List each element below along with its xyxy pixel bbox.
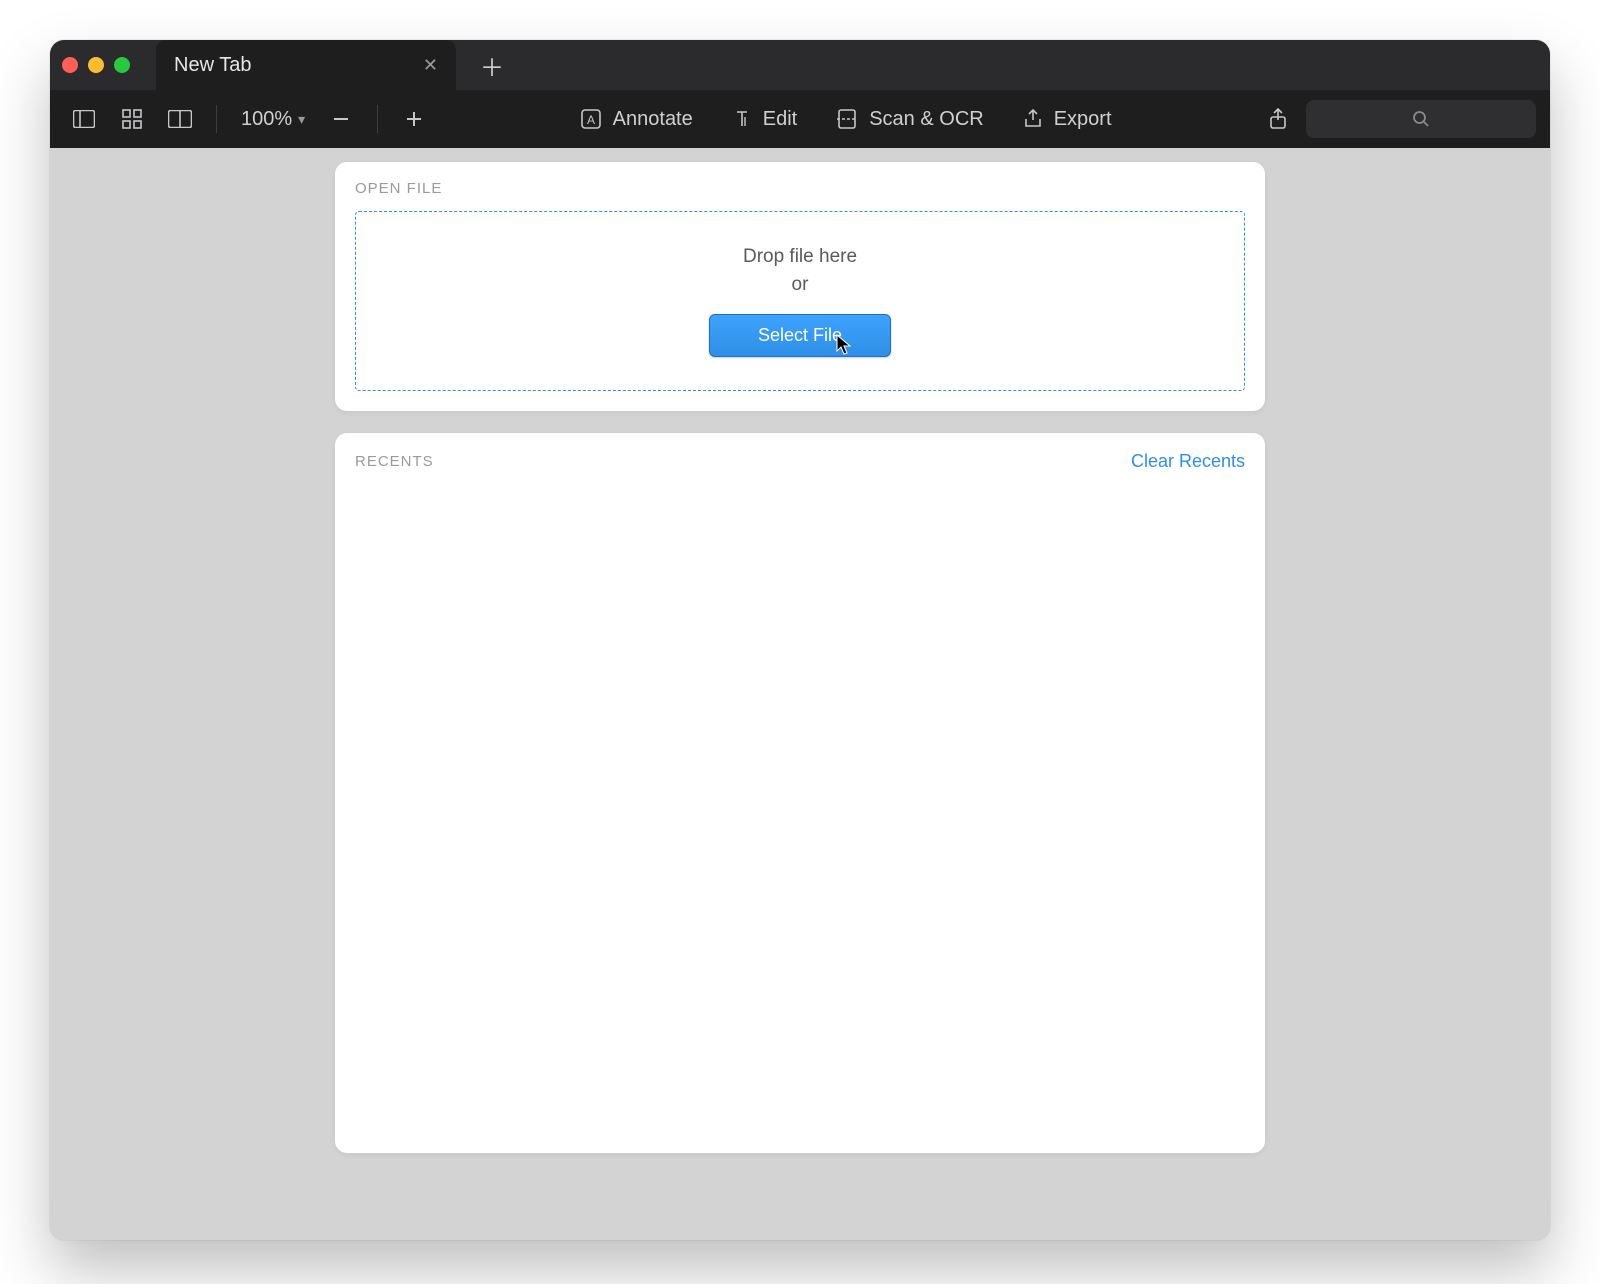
plus-icon: ＋ [480,55,504,82]
app-window: New Tab ✕ ＋ [50,40,1550,1240]
scan-icon [837,108,857,130]
scan-ocr-button[interactable]: Scan & OCR [821,99,999,139]
grid-icon [122,109,142,129]
annotate-icon: A [581,109,601,129]
view-mode-group [64,99,200,139]
scan-ocr-label: Scan & OCR [869,108,983,131]
window-minimize-button[interactable] [88,57,104,73]
plus-icon [405,110,423,128]
recents-heading: RECENTS [355,453,434,470]
edit-button[interactable]: Edit [717,99,813,139]
grid-view-button[interactable] [112,99,152,139]
window-close-button[interactable] [62,57,78,73]
svg-text:A: A [587,113,595,127]
share-button[interactable] [1258,99,1298,139]
toolbar-separator [216,105,217,133]
edit-label: Edit [763,108,797,131]
chevron-down-icon: ▾ [298,111,305,128]
file-dropzone[interactable]: Drop file here or Select File [355,211,1245,391]
annotate-label: Annotate [613,108,693,131]
export-icon [1024,109,1042,129]
search-input[interactable] [1306,100,1536,138]
recents-card: RECENTS Clear Recents [335,433,1265,1153]
edit-icon [733,109,751,129]
annotate-button[interactable]: A Annotate [565,99,709,139]
book-icon [168,110,192,128]
open-file-heading: OPEN FILE [355,180,442,197]
zoom-dropdown[interactable]: 100% ▾ [233,108,313,131]
content-area: OPEN FILE Drop file here or Select File … [50,148,1550,1240]
two-page-view-button[interactable] [160,99,200,139]
zoom-value: 100% [241,108,292,131]
zoom-in-button[interactable] [394,99,434,139]
drop-or-text: or [792,274,809,296]
toolbar-separator [377,105,378,133]
drop-text: Drop file here [743,246,857,268]
window-maximize-button[interactable] [114,57,130,73]
toolbar: 100% ▾ A Annotate [50,90,1550,148]
search-icon [1412,110,1430,128]
new-tab-button[interactable]: ＋ [470,42,514,89]
titlebar: New Tab ✕ ＋ [50,40,1550,90]
sidebar-icon [73,110,95,128]
tab-title: New Tab [174,54,411,77]
tab-close-button[interactable]: ✕ [423,55,438,76]
open-file-card: OPEN FILE Drop file here or Select File [335,162,1265,411]
window-controls [62,57,130,73]
share-icon [1269,108,1287,130]
export-button[interactable]: Export [1008,99,1128,139]
zoom-out-button[interactable] [321,99,361,139]
tab-active[interactable]: New Tab ✕ [156,40,456,90]
clear-recents-button[interactable]: Clear Recents [1131,451,1245,472]
select-file-button[interactable]: Select File [709,314,891,357]
export-label: Export [1054,108,1112,131]
sidebar-toggle-button[interactable] [64,99,104,139]
minus-icon [332,110,350,128]
